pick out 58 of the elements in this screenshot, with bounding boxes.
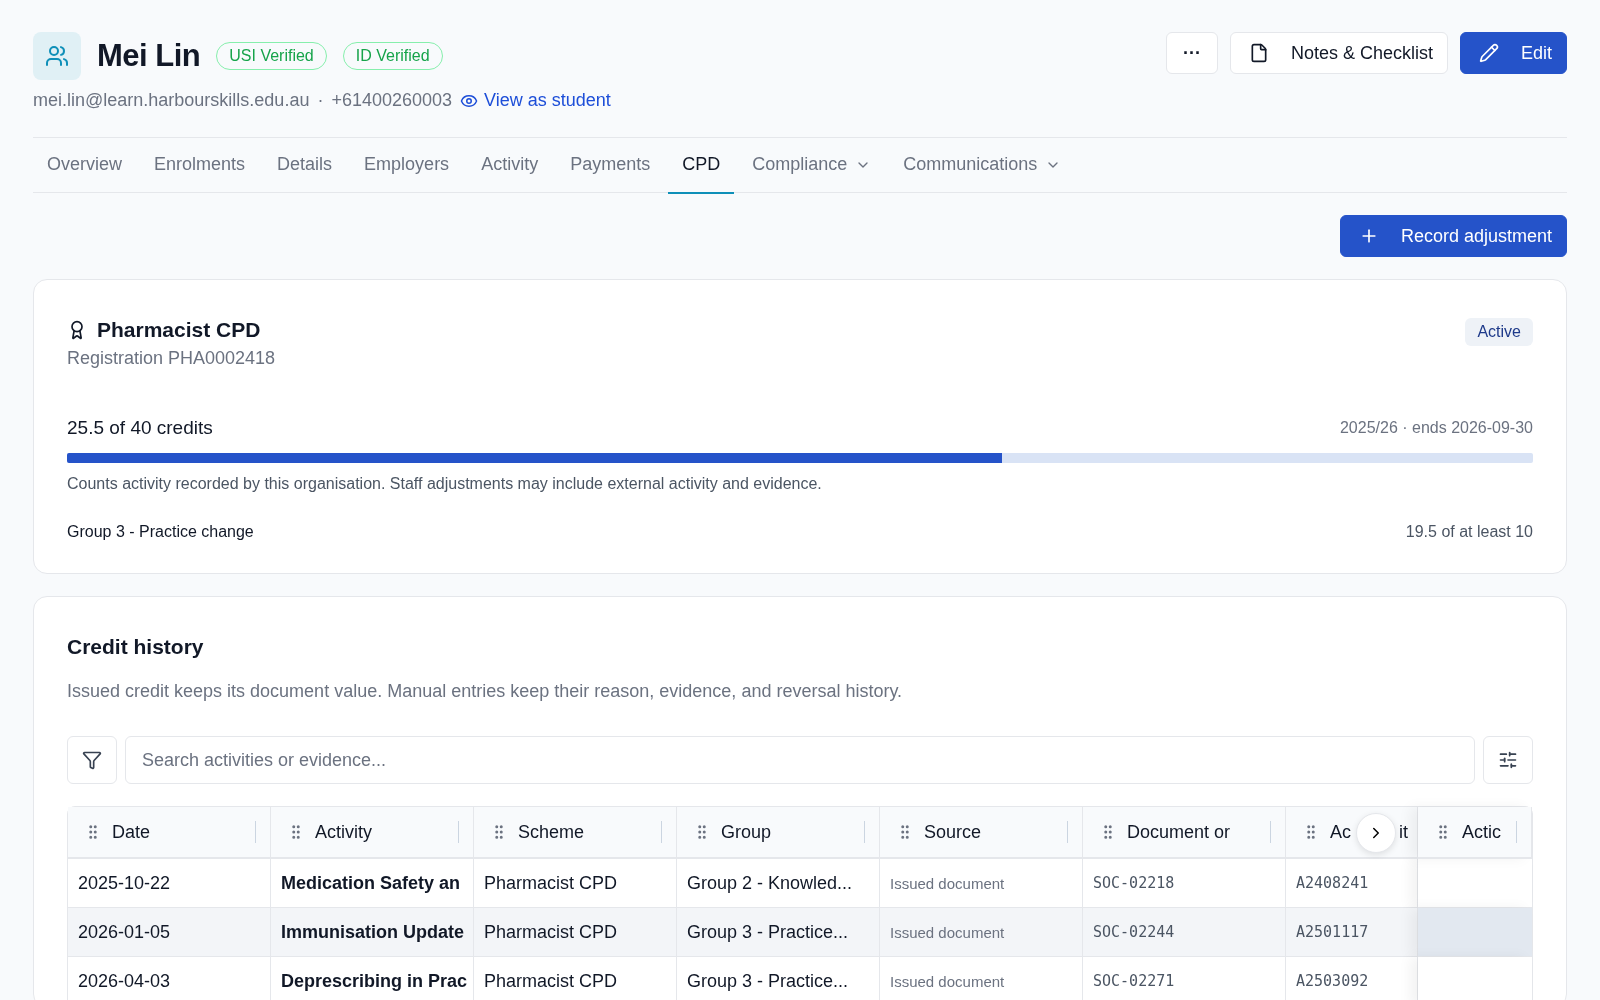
registration-text: Registration PHA0002418	[67, 348, 276, 369]
group-cell: Group 2 - Knowled...	[677, 859, 880, 908]
date-cell: 2025-10-22	[68, 859, 271, 908]
filter-button[interactable]	[67, 736, 117, 784]
note-text: Counts activity recorded by this organisation. Staff adjustments may include external activity and evidence.	[67, 475, 823, 493]
column-header: Group	[721, 821, 773, 843]
settings-button[interactable]	[1483, 736, 1533, 784]
separator: ·	[317, 90, 324, 111]
edit-button[interactable]: Edit	[1459, 32, 1567, 74]
phone-text: +61400260003	[331, 90, 453, 111]
column-header: Source	[924, 821, 983, 843]
date-cell: 2026-01-05	[68, 908, 271, 957]
notes-button[interactable]: Notes & Checklist	[1229, 32, 1448, 74]
column-header: Actic	[1462, 821, 1502, 843]
tab[interactable]: CPD	[668, 138, 735, 194]
scheme-cell: Pharmacist CPD	[474, 908, 677, 957]
section-title: Credit history	[67, 635, 205, 659]
student-name: Mei Lin	[97, 38, 201, 74]
table-cell: A2408241	[1286, 859, 1418, 908]
column-header: Ac	[1330, 821, 1351, 843]
tab[interactable]: Compliance	[738, 138, 886, 194]
period-text: 2025/26 · ends 2026-09-30	[1339, 419, 1533, 437]
scheme-cell: Pharmacist CPD	[474, 859, 677, 908]
tab[interactable]: Activity	[467, 138, 553, 194]
tab[interactable]: Communications	[889, 138, 1076, 194]
card-title: Pharmacist CPD	[67, 318, 276, 342]
search-field[interactable]: Search activities or evidence...	[125, 736, 1475, 784]
credits-text: 25.5 of 40 credits	[67, 417, 213, 439]
section-description: Issued credit keeps its document value. Manual entries keep their reason, evidence, and reversal history.	[67, 681, 904, 702]
activity-cell: Immunisation Update	[271, 908, 474, 957]
tab[interactable]: Employers	[350, 138, 464, 194]
group-cell: Group 3 - Practice...	[677, 908, 880, 957]
sliders-icon	[1498, 750, 1518, 770]
group-value: 19.5 of at least 10	[1405, 523, 1533, 541]
column-header: Activity	[315, 821, 373, 843]
group-label: Group 3 - Practice change	[67, 523, 254, 541]
tab[interactable]: Details	[263, 138, 347, 194]
column-header: Document or	[1127, 821, 1232, 843]
view-as-student-link[interactable]: View as student	[460, 90, 611, 111]
column-header: it	[1399, 821, 1408, 843]
pencil-icon	[1478, 43, 1499, 63]
activity-cell: Medication Safety an	[271, 859, 474, 908]
tab[interactable]: Payments	[556, 138, 665, 194]
table-cell: A2501117	[1286, 908, 1418, 957]
tab[interactable]: Overview	[33, 138, 136, 194]
email-text: mei.lin@learn.harbourskills.edu.au	[33, 90, 310, 111]
people-icon	[45, 44, 69, 68]
more-button[interactable]: ···	[1165, 32, 1218, 74]
source-cell: Issued document	[880, 859, 1083, 908]
filter-icon	[82, 750, 102, 770]
column-header: Scheme	[518, 821, 586, 843]
document-cell: SOC-02244	[1083, 908, 1286, 957]
status-badge: Active	[1465, 318, 1533, 346]
source-cell: Issued document	[880, 908, 1083, 957]
document-cell: SOC-02218	[1083, 859, 1286, 908]
record-adjustment-button[interactable]: Record adjustment	[1339, 215, 1567, 257]
tab[interactable]: Enrolments	[140, 138, 260, 194]
column-header: Date	[112, 821, 152, 843]
